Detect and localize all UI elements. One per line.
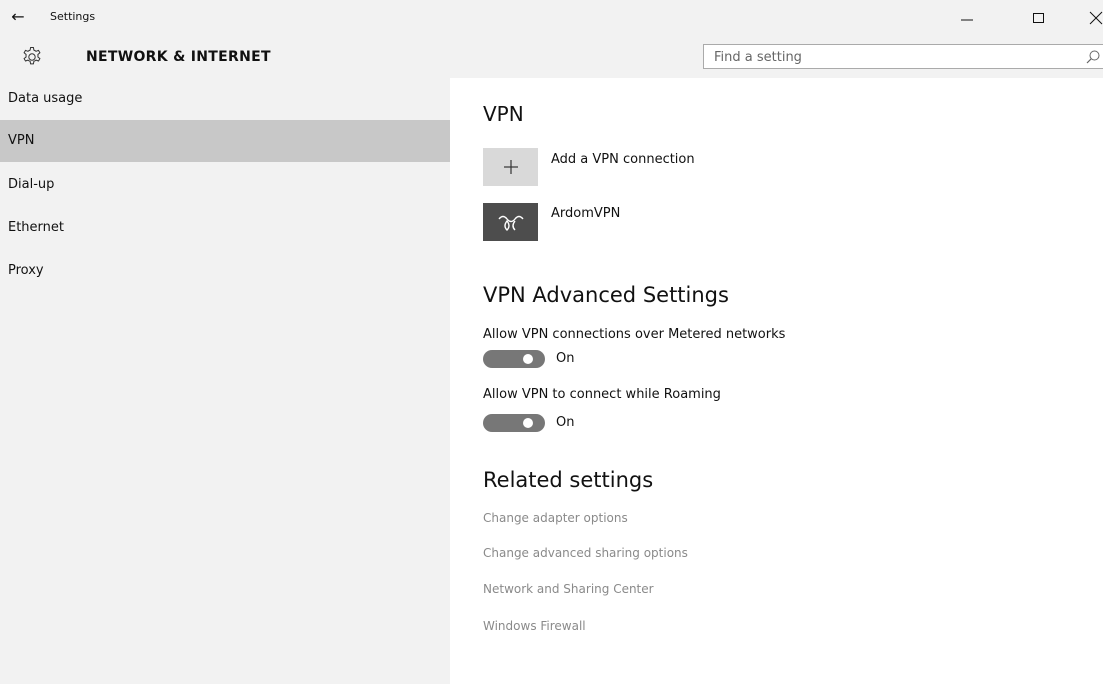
section-title: NETWORK & INTERNET [86,49,271,65]
page-header: NETWORK & INTERNET [0,40,1103,78]
link-network-sharing-center[interactable]: Network and Sharing Center [483,582,654,596]
toggle-knob [523,354,533,364]
back-arrow-icon: ← [11,6,25,26]
vpn-connection-label[interactable]: ArdomVPN [551,206,620,221]
sidebar-item-vpn[interactable]: VPN [0,120,450,162]
close-icon [1089,11,1103,25]
sidebar-item-ethernet[interactable]: Ethernet [0,207,450,249]
main-content: VPN Add a VPN connection ArdomVPN VPN Ad… [450,78,1103,684]
back-button[interactable]: ← [4,6,32,26]
search-icon[interactable] [1084,48,1102,66]
window-title: Settings [50,10,96,23]
toggle-knob [523,418,533,428]
search-box[interactable] [703,44,1103,69]
link-change-adapter-options[interactable]: Change adapter options [483,511,628,525]
plus-icon [503,160,518,174]
setting-label-metered: Allow VPN connections over Metered netwo… [483,327,786,342]
add-vpn-label[interactable]: Add a VPN connection [551,152,695,167]
sidebar-item-dial-up[interactable]: Dial-up [0,164,450,206]
sidebar-item-data-usage[interactable]: Data usage [0,78,450,120]
toggle-state-metered: On [556,351,575,366]
toggle-roaming[interactable] [483,414,545,432]
link-windows-firewall[interactable]: Windows Firewall [483,619,586,633]
search-input[interactable] [714,48,1054,66]
maximize-icon [1033,13,1044,23]
close-button[interactable] [1075,2,1103,34]
link-advanced-sharing-options[interactable]: Change advanced sharing options [483,546,688,560]
vpn-connection-ardomvpn[interactable] [483,203,538,241]
gear-icon [23,47,41,65]
vpn-logo-icon [497,215,524,231]
toggle-metered[interactable] [483,350,545,368]
add-vpn-button[interactable] [483,148,538,186]
minimize-icon [961,19,973,21]
minimize-button[interactable] [944,2,990,34]
maximize-button[interactable] [1016,2,1062,34]
sidebar: Data usage VPN Dial-up Ethernet Proxy [0,78,450,684]
toggle-state-roaming: On [556,415,575,430]
setting-label-roaming: Allow VPN to connect while Roaming [483,387,721,402]
sidebar-item-proxy[interactable]: Proxy [0,250,450,292]
vpn-heading: VPN [483,102,524,126]
title-bar: ← Settings [0,0,1103,40]
advanced-heading: VPN Advanced Settings [483,283,729,307]
related-heading: Related settings [483,468,654,492]
